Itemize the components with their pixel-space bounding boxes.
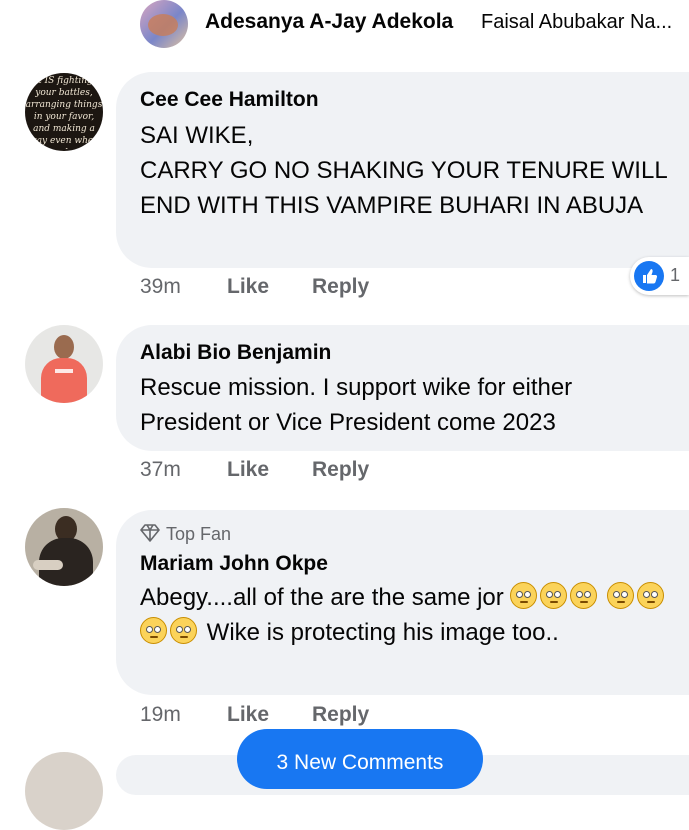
eye-roll-emoji-icon xyxy=(570,582,598,609)
diamond-icon xyxy=(140,524,160,547)
eye-roll-emoji-icon xyxy=(510,582,538,609)
comment-bubble: Top Fan Mariam John Okpe Abegy....all of… xyxy=(116,510,689,695)
eye-roll-emoji-icon xyxy=(540,582,568,609)
comment-bubble: Cee Cee Hamilton SAI WIKE, CARRY GO NO S… xyxy=(116,72,689,268)
comment-text-end: Wike is protecting his image too.. xyxy=(206,619,559,646)
new-comments-button[interactable]: 3 New Comments xyxy=(237,729,483,789)
reaction-summary[interactable]: 1 xyxy=(630,257,689,295)
comment-author[interactable]: Cee Cee Hamilton xyxy=(140,88,319,112)
top-fan-label: Top Fan xyxy=(166,524,232,544)
eye-roll-emoji-icon xyxy=(170,617,197,644)
comment-time[interactable]: 39m xyxy=(140,275,181,299)
avatar-quote-text: it IS fighting your battles, arranging t… xyxy=(25,76,103,149)
eye-roll-emoji-icon xyxy=(140,617,167,644)
like-button[interactable]: Like xyxy=(227,275,269,299)
comment-author[interactable]: Mariam John Okpe xyxy=(140,552,328,576)
comment-text: Rescue mission. I support wike for eithe… xyxy=(140,374,573,436)
eye-roll-emoji-icon xyxy=(637,582,665,609)
reply-button[interactable]: Reply xyxy=(312,703,369,727)
eye-roll-emoji-icon xyxy=(607,582,635,609)
header-author-avatar[interactable] xyxy=(140,0,188,48)
comment-avatar[interactable] xyxy=(25,325,103,403)
reaction-count: 1 xyxy=(670,265,681,285)
comment-time[interactable]: 19m xyxy=(140,703,181,727)
header-author-name[interactable]: Adesanya A-Jay Adekola xyxy=(205,10,453,34)
comment-bubble: Alabi Bio Benjamin Rescue mission. I sup… xyxy=(116,325,689,451)
comment-author[interactable]: Alabi Bio Benjamin xyxy=(140,341,331,365)
reply-button[interactable]: Reply xyxy=(312,275,369,299)
comment-text: Abegy....all of the are the same jor Wik… xyxy=(140,580,679,650)
comment-avatar[interactable] xyxy=(25,752,103,830)
like-button[interactable]: Like xyxy=(227,458,269,482)
new-comments-label: 3 New Comments xyxy=(276,751,444,774)
comment-time[interactable]: 37m xyxy=(140,458,181,482)
top-fan-badge: Top Fan xyxy=(140,524,231,547)
comment-text: SAI WIKE, CARRY GO NO SHAKING YOUR TENUR… xyxy=(140,122,667,219)
like-button[interactable]: Like xyxy=(227,703,269,727)
header-tagged-name[interactable]: Faisal Abubakar Na... xyxy=(481,11,672,34)
thumbs-up-icon xyxy=(634,261,664,291)
comment-avatar[interactable] xyxy=(25,508,103,586)
comment-avatar[interactable]: it IS fighting your battles, arranging t… xyxy=(25,73,103,151)
comment-text-start: Abegy....all of the are the same jor xyxy=(140,584,504,611)
reply-button[interactable]: Reply xyxy=(312,458,369,482)
